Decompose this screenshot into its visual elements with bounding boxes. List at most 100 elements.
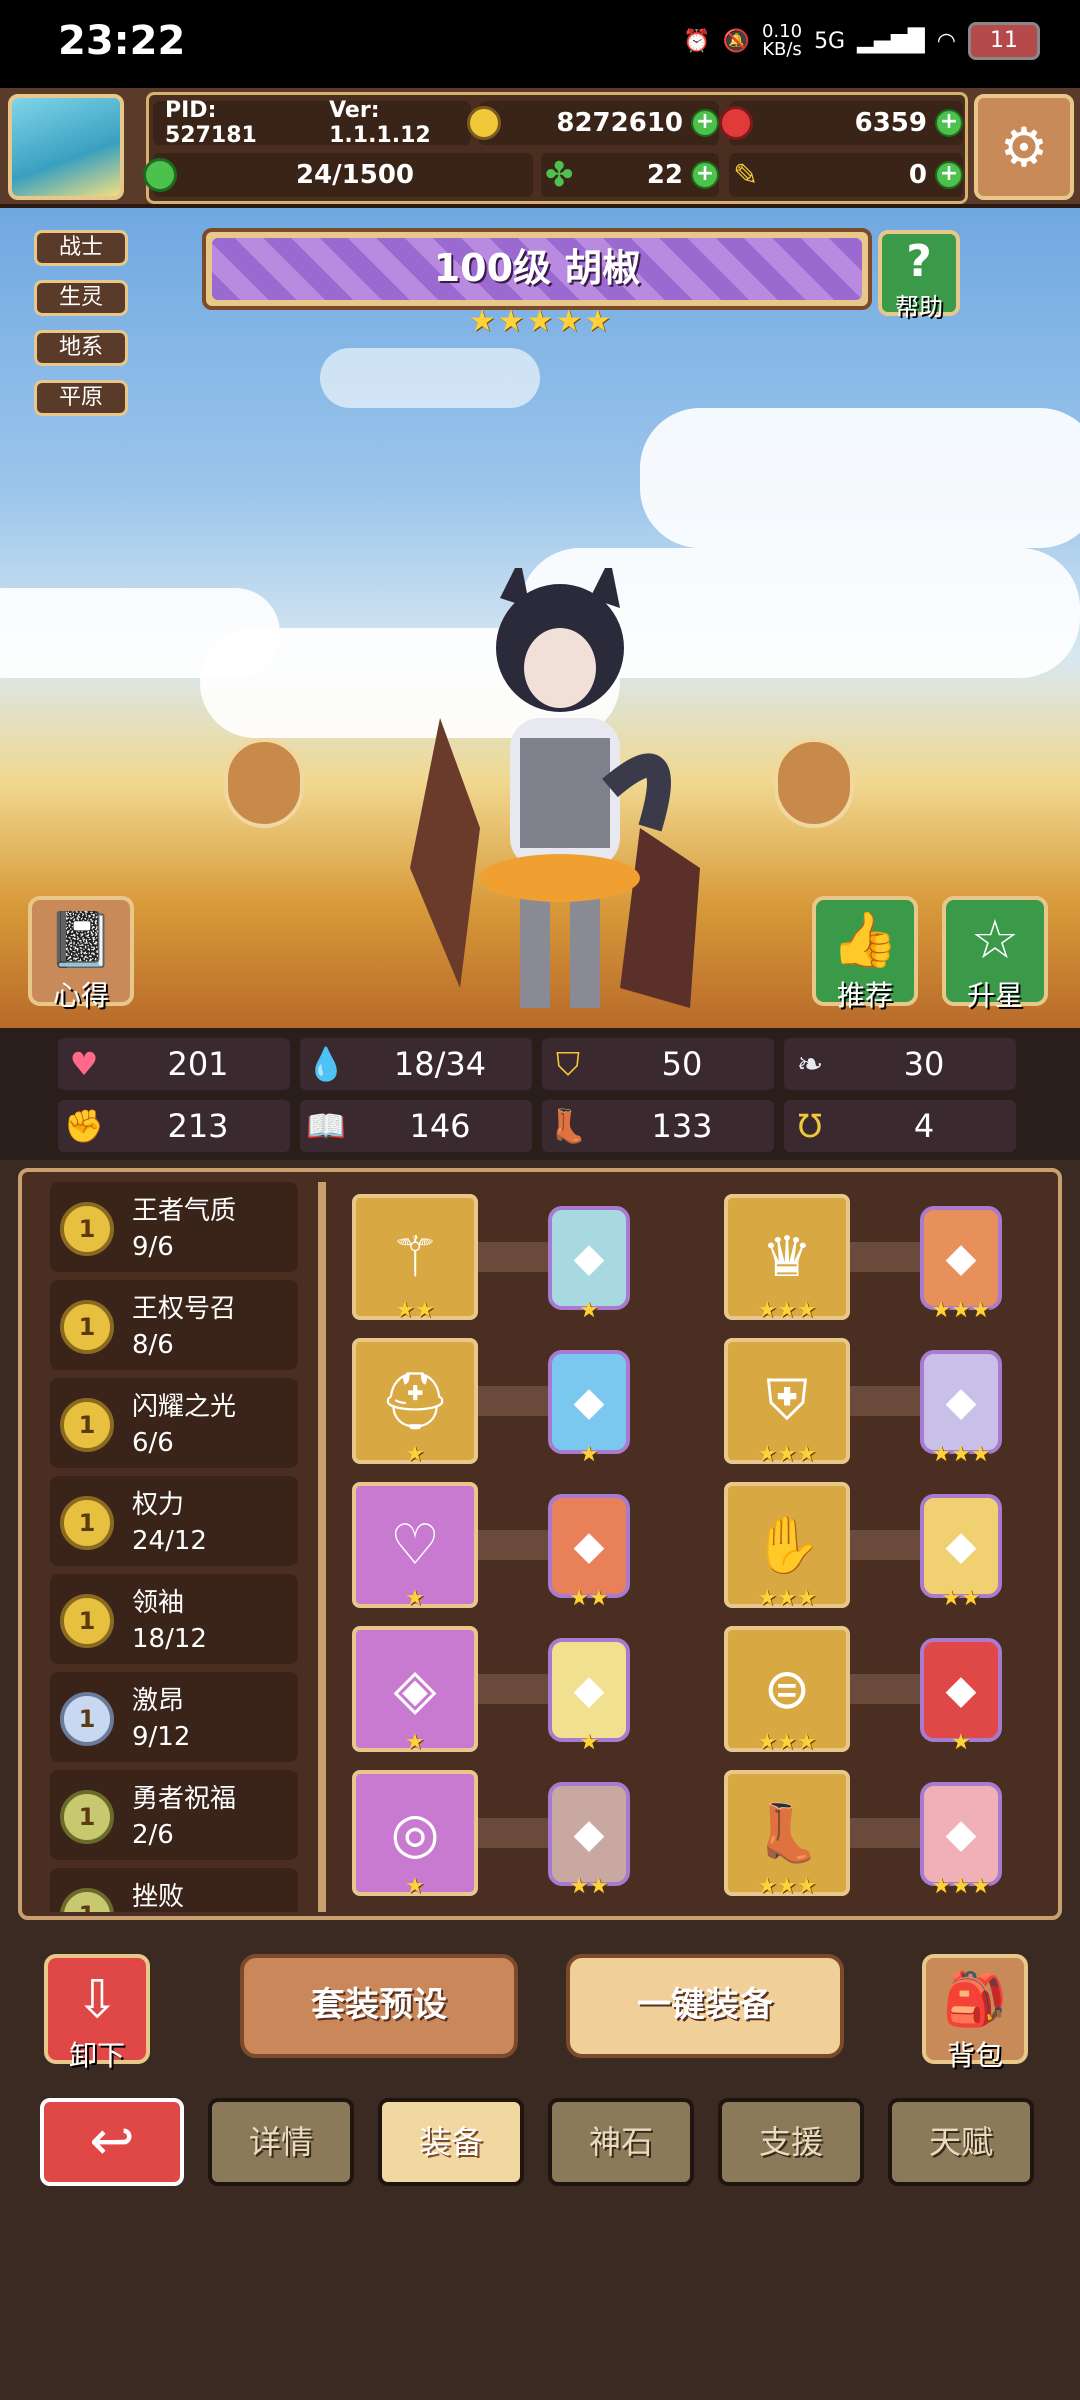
item-plus-button[interactable]: + [935,161,963,189]
tab-support[interactable]: 支援 [718,2098,864,2186]
set-coin-icon: 1 [60,1888,114,1912]
item-stars: ★ ★ ★ [724,1298,850,1323]
set-bonus-list[interactable]: 1 王者气质 9/6 1 王权号召 8/6 1 闪耀之光 6/6 1 权力 24/12 1 领袖 1… [36,1182,318,1912]
item-counter: ✎ 0 + [729,153,963,197]
clover-counter: ✤ 22 + [541,153,719,197]
help-button[interactable]: ? 帮助 [878,230,960,321]
rune-gem-icon: ◆ [573,1667,605,1713]
status-icons: ⏰ 🔕 0.10 KB/s 5G ▂▄▆█ ◠ 11 [683,22,1040,60]
status-bar: 23:22 ⏰ 🔕 0.10 KB/s 5G ▂▄▆█ ◠ 11 [0,0,1080,88]
star-icon: ★ [589,1586,609,1611]
set-coin-icon: 1 [60,1594,114,1648]
set-coin-icon: 1 [60,1692,114,1746]
slot-connector [478,1386,548,1416]
stats-panel: ♥ 201 💧 18/34 ⛉ 50 ❧ 30 ✊ 213 📖 146 👢 133 Ʊ4 [0,1028,1080,1160]
gem-counter: 6359 + [719,101,963,145]
item-stars: ★ ★ ★ [724,1874,850,1899]
set-coin-icon: 1 [60,1300,114,1354]
stat-mana: 💧 18/34 [300,1038,532,1090]
star-icon: ★ [970,1442,991,1467]
stat-magic: 📖 146 [300,1100,532,1152]
boot-icon: 👢 [548,1107,588,1145]
rune-slot[interactable]: ◆ [920,1206,1002,1310]
unequip-button[interactable]: ⇩ 卸下 [44,1954,150,2072]
star-icon: ★ [970,1298,991,1323]
star-icon: ★ [941,1586,961,1611]
net-speed: 0.10 KB/s [761,21,803,60]
rune-stars: ★ ★ [548,1874,630,1899]
rune-stars: ★ [920,1730,1002,1755]
star-icon: ★ [951,1442,971,1467]
star-icon: ★ [405,1730,425,1755]
set-item[interactable]: 1 激昂 9/12 [50,1672,298,1762]
star-up-button[interactable]: ☆ 升星 [942,896,1048,1012]
star-icon: ★ [931,1442,952,1467]
set-item[interactable]: 1挫败 [50,1868,298,1912]
set-coin-icon: 1 [60,1202,114,1256]
set-item[interactable]: 1 领袖 18/12 [50,1574,298,1664]
rune-slot[interactable]: ◆ [920,1350,1002,1454]
slot-connector [850,1530,920,1560]
star-icon: ★ [589,1874,609,1899]
star-icon: ★ [796,1586,817,1611]
set-item[interactable]: 1 王者气质 9/6 [50,1182,298,1272]
hero-title-banner: 100级 胡椒 [202,228,872,310]
rune-slot[interactable]: ◆ [920,1494,1002,1598]
gold-coin-icon [467,106,501,140]
ruby-icon [719,106,753,140]
battery-icon: 11 [968,22,1040,60]
star-icon: ★ [584,304,612,339]
recommend-button[interactable]: 👍 推荐 [812,896,918,1012]
tab-talent[interactable]: 天赋 [888,2098,1034,2186]
insight-button[interactable]: 📓 心得 [28,896,134,1012]
rune-gem-icon: ◆ [945,1379,977,1425]
left-orb-icon[interactable] [224,738,304,828]
rune-stars: ★ [548,1298,630,1323]
rune-slot[interactable]: ◆ [548,1206,630,1310]
fist-icon: ✊ [64,1107,104,1145]
set-item[interactable]: 1 权力 24/12 [50,1476,298,1566]
star-icon: ★ [569,1874,589,1899]
star-icon: ★ [757,1730,778,1755]
gem-plus-button[interactable]: + [935,109,963,137]
scepter-icon: ⚚ [389,1224,441,1290]
rune-slot[interactable]: ◆ [548,1494,630,1598]
equipment-grid: ⚚ ★ ★ ◆ ★ ♛ ★ ★ ★ ◆ ★ ★ ★ ⛑ ★ ◆ ★ ⛨ ★ ★ ★ ◆ ★ ★ ★ ♡ ★ ◆ ★ ★ ✋ ★ ★ ★ ◆ ★ ★ ◈ ★ ◆… [332,1182,1052,1912]
rune-gem-icon: ◆ [573,1523,605,1569]
set-item[interactable]: 1 闪耀之光 6/6 [50,1378,298,1468]
horseshoe-icon: Ʊ [797,1107,823,1145]
rune-slot[interactable]: ◆ [920,1638,1002,1742]
gear-icon: ⚙ [999,115,1049,179]
cloud [320,348,540,408]
thumbs-up-icon: 👍 [831,908,899,971]
star-icon: ★ [777,1874,797,1899]
back-button[interactable]: ↩ [40,2098,184,2186]
gold-counter: 8272610 + [467,101,719,145]
right-orb-icon[interactable] [774,738,854,828]
set-item[interactable]: 1 勇者祝福 2/6 [50,1770,298,1860]
star-icon: ★ [405,1442,425,1467]
clover-plus-button[interactable]: + [691,161,719,189]
slot-connector [478,1674,548,1704]
equip-all-button[interactable]: 一键装备 [566,1954,844,2058]
rune-slot[interactable]: ◆ [548,1638,630,1742]
rune-slot[interactable]: ◆ [548,1782,630,1886]
set-preset-button[interactable]: 套装预设 [240,1954,518,2058]
gold-plus-button[interactable]: + [691,109,719,137]
tab-equipment[interactable]: 装备 [378,2098,524,2186]
star-icon: ★ [415,1298,435,1323]
amulet-icon: ◈ [393,1656,437,1722]
set-item[interactable]: 1 王权号召 8/6 [50,1280,298,1370]
tag-element: 地系 [34,330,128,366]
star-icon: ★ [468,304,496,339]
rune-slot[interactable]: ◆ [920,1782,1002,1886]
tab-godstone[interactable]: 神石 [548,2098,694,2186]
notebook-icon: 📓 [47,908,115,971]
bag-button[interactable]: 🎒 背包 [922,1954,1028,2072]
resource-bar: PID: 527181 Ver: 1.1.1.12 8272610 + 6359… [0,88,1080,208]
avatar[interactable] [8,94,124,200]
tab-details[interactable]: 详情 [208,2098,354,2186]
version-label: Ver: 1.1.1.12 [329,98,431,148]
settings-button[interactable]: ⚙ [974,94,1074,200]
rune-slot[interactable]: ◆ [548,1350,630,1454]
